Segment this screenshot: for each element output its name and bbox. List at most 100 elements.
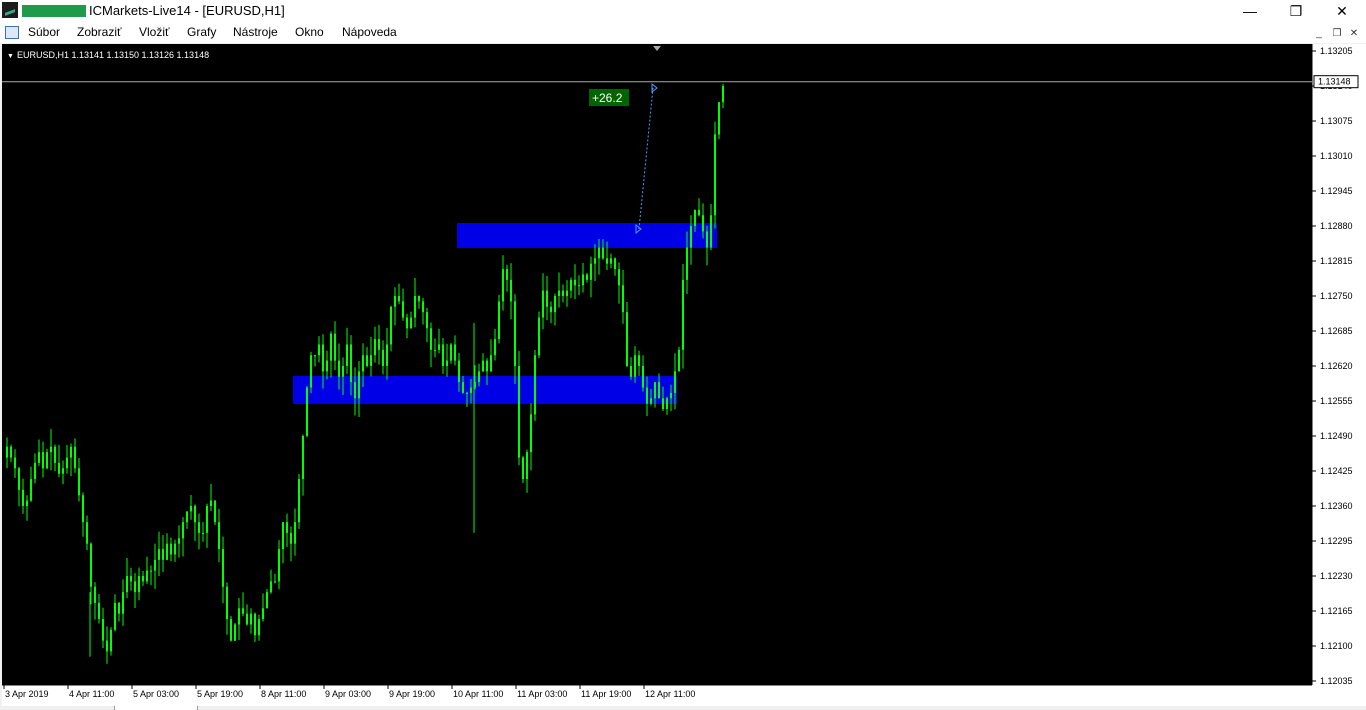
candle-body [418, 296, 420, 302]
candle-body [490, 355, 492, 372]
price-tick-label: 1.12230 [1320, 571, 1353, 581]
symbol-header: ▼ EURUSD,H1 1.13141 1.13150 1.13126 1.131… [7, 50, 209, 60]
candle-body [278, 549, 280, 582]
candle-body [434, 349, 436, 351]
chart-shift-marker-icon[interactable] [653, 46, 661, 51]
candle-body [242, 608, 244, 614]
candle-body [670, 392, 672, 399]
candle-body [362, 355, 364, 372]
candle-body [30, 479, 32, 501]
candle-body [522, 457, 524, 480]
candle-body [66, 457, 68, 469]
chart-tab[interactable] [114, 706, 198, 710]
candle-body [6, 446, 8, 458]
candle-body [386, 344, 388, 366]
candle-body [482, 360, 484, 372]
candle-body [366, 355, 368, 366]
price-tick-label: 1.12945 [1320, 186, 1353, 196]
candle-body [90, 543, 92, 587]
candle-body [94, 586, 96, 603]
candle-body [518, 366, 520, 458]
price-tick-label: 1.12100 [1320, 641, 1353, 651]
candle-body [118, 602, 120, 614]
dropdown-triangle-icon[interactable]: ▼ [7, 53, 14, 60]
candle-body [158, 549, 160, 560]
candle-body [26, 500, 28, 506]
candle-body [34, 462, 36, 480]
resistance-zone[interactable] [457, 223, 717, 248]
candle-body [426, 312, 428, 329]
candle-body [654, 382, 656, 399]
candle-body [330, 333, 332, 361]
candle-body [142, 576, 144, 582]
candle-body [306, 387, 308, 436]
time-tick-label: 8 Apr 11:00 [261, 689, 306, 699]
candle-body [42, 452, 44, 469]
candle-body [198, 522, 200, 533]
price-tick-label: 1.13205 [1320, 46, 1353, 56]
candle-body [710, 215, 712, 248]
candle-body [562, 290, 564, 296]
candle-body [558, 290, 560, 296]
candle-body [542, 290, 544, 318]
candle-body [314, 355, 316, 357]
candle-body [410, 317, 412, 329]
candle-body [22, 489, 24, 506]
candle-body [610, 258, 612, 264]
candle-body [62, 468, 64, 474]
candle-body [190, 506, 192, 512]
candle-body [318, 344, 320, 356]
candle-body [390, 306, 392, 345]
candle-body [298, 479, 300, 523]
candle-body [494, 339, 496, 356]
candle-body [226, 586, 228, 620]
candle-body [58, 462, 60, 474]
candle-body [578, 285, 580, 287]
candle-body [510, 279, 512, 302]
candle-body [438, 344, 440, 350]
price-tick-label: 1.13075 [1320, 116, 1353, 126]
candle-body [566, 290, 568, 296]
candle-body [294, 522, 296, 544]
candle-body [486, 360, 488, 372]
candle-body [570, 279, 572, 291]
candle-body [706, 231, 708, 248]
candle-body [334, 333, 336, 361]
price-tick-label: 1.13010 [1320, 151, 1353, 161]
candle-body [650, 398, 652, 404]
candle-body [274, 581, 276, 583]
candle-body [50, 446, 52, 453]
candle-body [458, 360, 460, 383]
time-tick-label: 11 Apr 19:00 [581, 689, 631, 699]
candle-body [214, 500, 216, 523]
candle-body [594, 258, 596, 264]
candle-body [442, 344, 444, 366]
candle-body [658, 382, 660, 399]
candle-body [590, 263, 592, 280]
candle-body [634, 355, 636, 377]
candle-body [18, 468, 20, 490]
price-tick-label: 1.12360 [1320, 501, 1353, 511]
profit-label: +26.2 [592, 91, 623, 105]
candle-body [498, 301, 500, 340]
time-tick-label: 11 Apr 03:00 [517, 689, 567, 699]
trade-line [638, 87, 654, 230]
symbol-ohlc: EURUSD,H1 1.13141 1.13150 1.13126 1.1314… [16, 50, 210, 60]
candle-body [262, 608, 264, 620]
candle-body [550, 306, 552, 313]
candle-body [310, 355, 312, 388]
candle-body [182, 522, 184, 539]
candle-body [402, 301, 404, 318]
time-tick-label: 5 Apr 03:00 [133, 689, 179, 699]
candle-body [602, 247, 604, 259]
price-tick-label: 1.12620 [1320, 361, 1353, 371]
time-tick-label: 5 Apr 19:00 [197, 689, 243, 699]
price-chart[interactable]: 1.132051.131401.130751.130101.129451.128… [0, 0, 1366, 710]
candle-body [374, 339, 376, 356]
candle-body [454, 344, 456, 361]
candle-body [218, 522, 220, 550]
candle-body [582, 274, 584, 286]
candle-body [266, 592, 268, 609]
candle-body [178, 538, 180, 544]
time-tick-label: 9 Apr 19:00 [389, 689, 435, 699]
